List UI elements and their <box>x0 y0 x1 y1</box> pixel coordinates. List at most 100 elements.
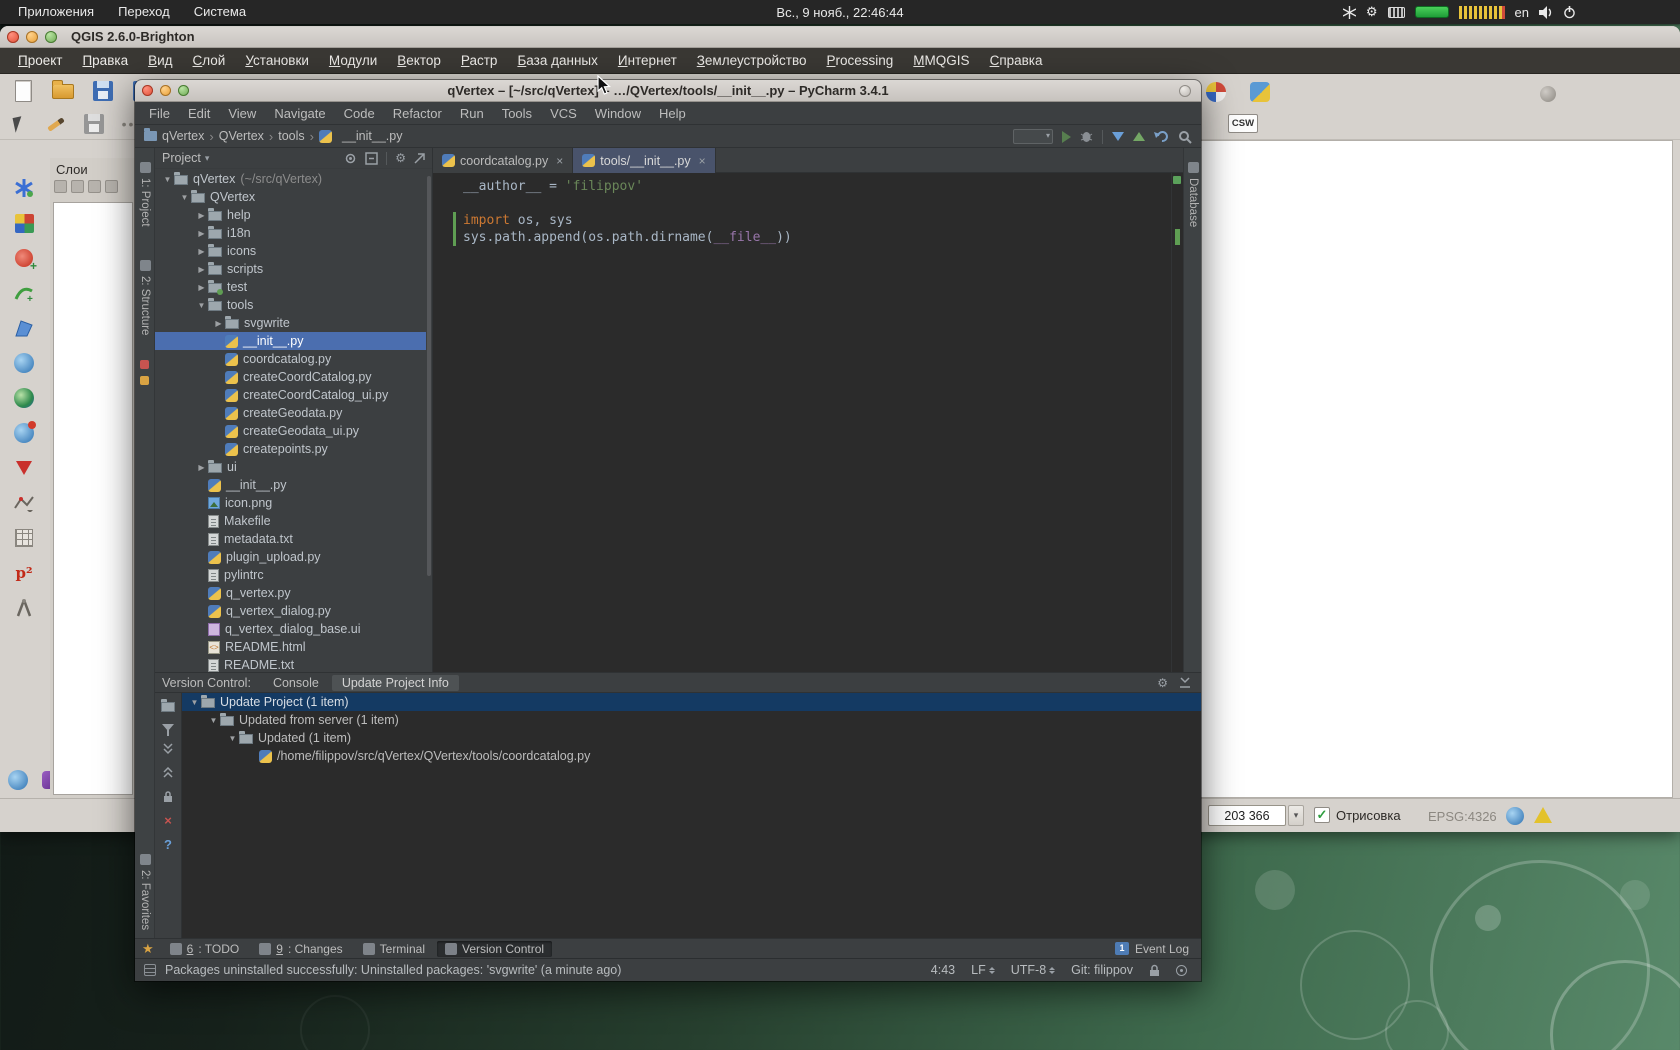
project-tree-item[interactable]: ▼qVertex (~/src/qVertex) <box>155 170 426 188</box>
project-tree-scrollbar[interactable] <box>427 176 431 576</box>
collapse-all-icon[interactable] <box>162 767 174 779</box>
vc-tree-item[interactable]: ▼Updated (1 item) <box>182 729 1201 747</box>
toolwindow-button-todo[interactable]: 6: TODO <box>162 941 248 957</box>
open-project-icon[interactable] <box>50 78 76 104</box>
metasearch-icon[interactable] <box>1206 82 1226 102</box>
project-view-dropdown-icon[interactable]: ▾ <box>205 153 210 164</box>
bookmark-orange-icon[interactable] <box>140 376 149 385</box>
pycharm-menu-help[interactable]: Help <box>650 106 695 121</box>
settings-gear-icon[interactable]: ⚙ <box>1157 676 1168 690</box>
run-configuration-select[interactable]: ▾ <box>1013 129 1053 144</box>
project-tree-item[interactable]: __init__.py <box>155 476 426 494</box>
breadcrumb-item[interactable]: QVertex <box>219 129 264 143</box>
event-log-button[interactable]: 1 Event Log <box>1115 942 1189 956</box>
vertex-tool-dropdown-icon[interactable] <box>12 491 36 515</box>
grid-web-icon[interactable] <box>12 526 36 550</box>
hector-inspections-icon[interactable] <box>1176 965 1187 976</box>
project-tree-item[interactable]: createGeodata_ui.py <box>155 422 426 440</box>
project-tree-item[interactable]: createCoordCatalog.py <box>155 368 426 386</box>
pycharm-menu-view[interactable]: View <box>219 106 265 121</box>
status-message[interactable]: Packages uninstalled successfully: Unins… <box>165 963 621 977</box>
qgis-menu-item[interactable]: Модули <box>319 48 387 74</box>
csw-catalog-icon[interactable] <box>1250 82 1270 102</box>
project-tree-item[interactable]: coordcatalog.py <box>155 350 426 368</box>
project-tree-item[interactable]: ▶svgwrite <box>155 314 426 332</box>
toolwindow-button-database[interactable]: Database <box>1184 162 1202 227</box>
project-tree-item[interactable]: __init__.py <box>155 332 426 350</box>
vc-tree-item[interactable]: ▼Update Project (1 item) <box>182 693 1201 711</box>
vc-tree-item[interactable]: /home/filippov/src/qVertex/QVertex/tools… <box>182 747 1201 765</box>
layers-manage-visibility-icon[interactable] <box>71 180 84 193</box>
vc-tab[interactable]: Console <box>263 675 329 691</box>
lock-icon[interactable] <box>1149 964 1160 977</box>
vc-tree-item[interactable]: ▼Updated from server (1 item) <box>182 711 1201 729</box>
editor-tab[interactable]: tools/__init__.py× <box>573 148 715 173</box>
qgis-menu-item[interactable]: Установки <box>235 48 319 74</box>
project-tree-item[interactable]: ▶i18n <box>155 224 426 242</box>
measure-compass-icon[interactable] <box>12 596 36 620</box>
breadcrumb-item[interactable]: qVertex <box>144 129 204 143</box>
tree-expanded-icon[interactable]: ▼ <box>188 698 201 707</box>
project-tree-item[interactable]: ▶help <box>155 206 426 224</box>
qgis-menu-item[interactable]: Растр <box>451 48 508 74</box>
pycharm-menu-tools[interactable]: Tools <box>493 106 541 121</box>
power-icon[interactable] <box>1563 6 1576 19</box>
close-window-icon[interactable] <box>7 31 19 43</box>
pycharm-menu-navigate[interactable]: Navigate <box>265 106 334 121</box>
toolwindow-button-terminal[interactable]: Terminal <box>355 941 433 957</box>
pycharm-menu-vcs[interactable]: VCS <box>541 106 586 121</box>
project-tree-item[interactable]: ▼QVertex <box>155 188 426 206</box>
qgis-menu-item[interactable]: MMQGIS <box>903 48 979 74</box>
applications-menu[interactable]: Приложения <box>6 0 106 24</box>
project-tree-item[interactable]: metadata.txt <box>155 530 426 548</box>
code-area[interactable]: __author__ = 'filippov' import os, syssy… <box>433 173 1171 246</box>
add-polygon-icon[interactable] <box>12 316 36 340</box>
toolwindow-button-project[interactable]: 1: Project <box>135 162 155 227</box>
web-globe-icon[interactable] <box>6 768 30 792</box>
toggle-editing-pencil-icon[interactable] <box>44 112 68 136</box>
pycharm-menu-refactor[interactable]: Refactor <box>384 106 451 121</box>
expand-all-icon[interactable] <box>162 743 174 755</box>
tree-collapsed-icon[interactable]: ▶ <box>195 283 208 292</box>
project-tree-item[interactable]: createGeodata.py <box>155 404 426 422</box>
qgis-menu-item[interactable]: Вид <box>138 48 182 74</box>
toolwindow-switcher-icon[interactable] <box>144 964 156 976</box>
project-tree-item[interactable]: icon.png <box>155 494 426 512</box>
close-window-icon[interactable] <box>142 85 153 96</box>
coordinate-input[interactable]: 203 366 <box>1208 805 1286 826</box>
project-tree-item[interactable]: ▶scripts <box>155 260 426 278</box>
qgis-menu-item[interactable]: Processing <box>817 48 904 74</box>
render-toggle[interactable]: ✓ Отрисовка <box>1314 807 1401 823</box>
tree-collapsed-icon[interactable]: ▶ <box>195 247 208 256</box>
project-tree-item[interactable]: plugin_upload.py <box>155 548 426 566</box>
layers-add-group-icon[interactable] <box>54 180 67 193</box>
project-panel-title[interactable]: Project <box>162 151 201 165</box>
qgis-menu-item[interactable]: Справка <box>980 48 1053 74</box>
globe-icon[interactable] <box>12 351 36 375</box>
search-icon[interactable] <box>1178 130 1192 144</box>
group-by-packages-icon[interactable] <box>161 702 175 712</box>
editor-body[interactable]: __author__ = 'filippov' import os, syssy… <box>433 173 1171 672</box>
csw-button[interactable]: CSW <box>1228 114 1258 133</box>
add-point-icon[interactable] <box>12 246 36 270</box>
project-tree-item[interactable]: ▶ui <box>155 458 426 476</box>
filter-icon[interactable] <box>162 724 174 731</box>
keyboard-layout-label[interactable]: en <box>1515 5 1529 20</box>
project-tree-item[interactable]: createpoints.py <box>155 440 426 458</box>
scroll-from-source-icon[interactable] <box>344 152 357 165</box>
tree-collapsed-icon[interactable]: ▶ <box>212 319 225 328</box>
render-checkbox[interactable]: ✓ <box>1314 807 1330 823</box>
run-button[interactable] <box>1062 131 1071 143</box>
updates-indicator-icon[interactable]: ⚙ <box>1366 0 1378 24</box>
audio-visualizer[interactable] <box>1459 6 1505 19</box>
qgis-help-icon[interactable] <box>1540 86 1556 102</box>
snowflake-indicator-icon[interactable] <box>1343 6 1356 19</box>
save-project-icon[interactable] <box>90 78 116 104</box>
tree-expanded-icon[interactable]: ▼ <box>226 734 239 743</box>
project-tree-item[interactable]: ▶icons <box>155 242 426 260</box>
project-tree-item[interactable]: ▼tools <box>155 296 426 314</box>
pan-tool-icon[interactable] <box>6 112 30 136</box>
debug-bug-icon[interactable] <box>1080 130 1093 143</box>
layers-filter-icon[interactable] <box>88 180 101 193</box>
collapse-all-icon[interactable] <box>365 152 378 165</box>
